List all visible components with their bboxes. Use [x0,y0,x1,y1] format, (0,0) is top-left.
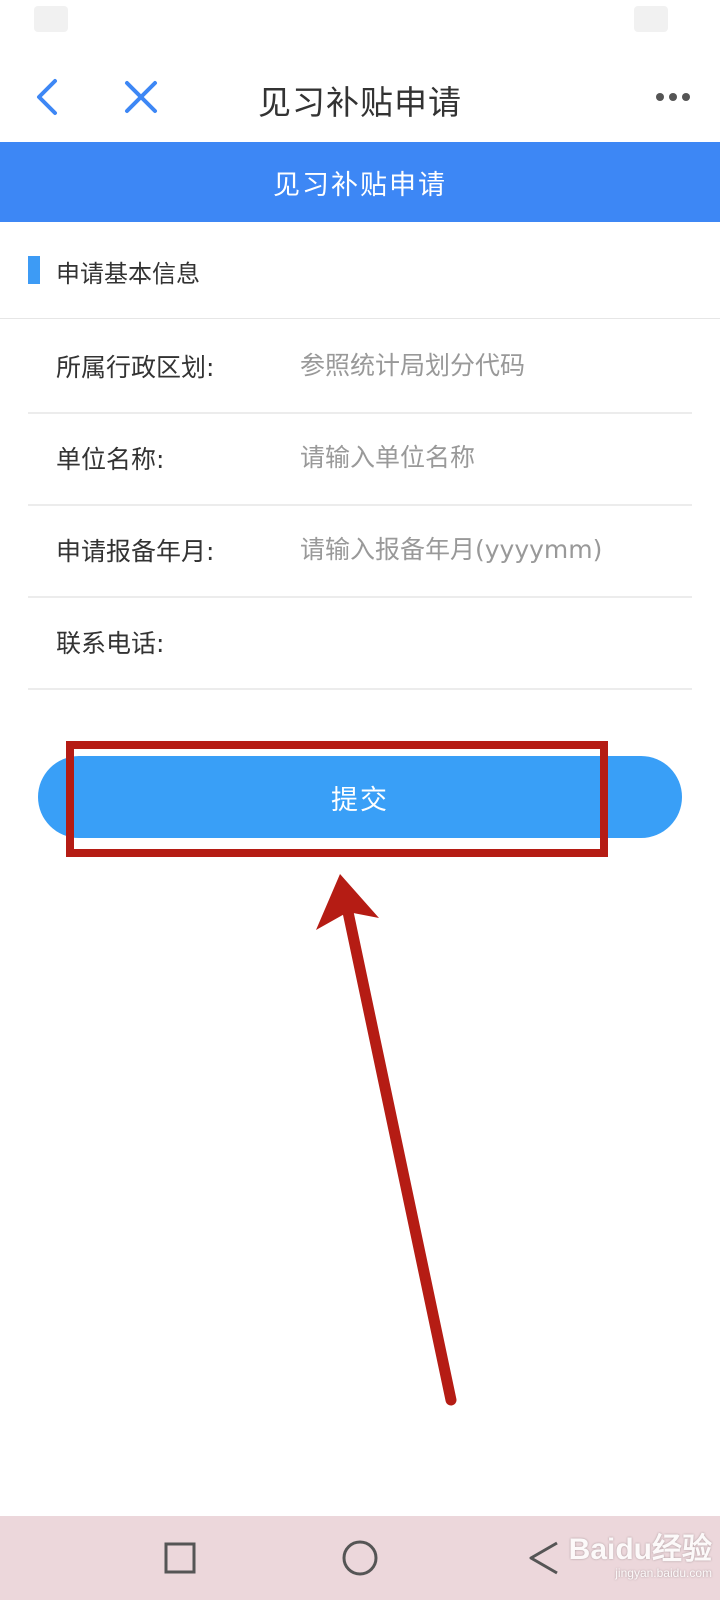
region-code-input[interactable] [300,340,630,390]
title-banner: 见习补贴申请 [0,142,720,222]
banner-title: 见习补贴申请 [273,169,447,201]
field-label-phone: 联系电话: [56,629,165,658]
more-button[interactable] [648,72,698,122]
report-month-input[interactable] [300,524,630,574]
square-icon [164,1542,196,1574]
system-back-button[interactable] [522,1536,566,1580]
close-button[interactable] [116,72,166,122]
circle-icon [342,1540,378,1576]
close-icon [125,81,157,113]
field-label-month: 申请报备年月: [56,537,215,566]
page-title: 见习补贴申请 [258,83,462,122]
submit-button-label: 提交 [331,784,389,815]
form-row-phone: 联系电话: [28,596,692,690]
home-button[interactable] [338,1536,382,1580]
form-row-company: 单位名称: [28,412,692,506]
section-header: 申请基本信息 [0,222,720,319]
status-right-blob [634,6,668,32]
section-marker [28,256,40,284]
section-title: 申请基本信息 [56,260,200,288]
status-bar [0,0,720,50]
recent-apps-button[interactable] [158,1536,202,1580]
submit-button[interactable]: 提交 [38,756,682,838]
more-icon [656,93,690,101]
triangle-back-icon [529,1541,558,1575]
form-row-region: 所属行政区划: [28,320,692,414]
baidu-watermark: Baidu经验 jingyan.baidu.com [568,1533,712,1581]
back-button[interactable] [22,72,72,122]
watermark-brand: Baidu经验 [568,1533,712,1566]
arrow-head [316,874,379,930]
chevron-left-icon [37,79,57,115]
system-nav-bar: Baidu经验 jingyan.baidu.com [0,1516,720,1600]
form-row-month: 申请报备年月: [28,504,692,598]
field-label-company: 单位名称: [56,445,165,474]
watermark-url: jingyan.baidu.com [615,1566,712,1580]
nav-header: 见习补贴申请 [0,50,720,142]
company-name-input[interactable] [300,432,630,482]
status-left-blob [34,6,68,32]
phone-input[interactable] [300,616,630,666]
field-label-region: 所属行政区划: [56,353,215,382]
